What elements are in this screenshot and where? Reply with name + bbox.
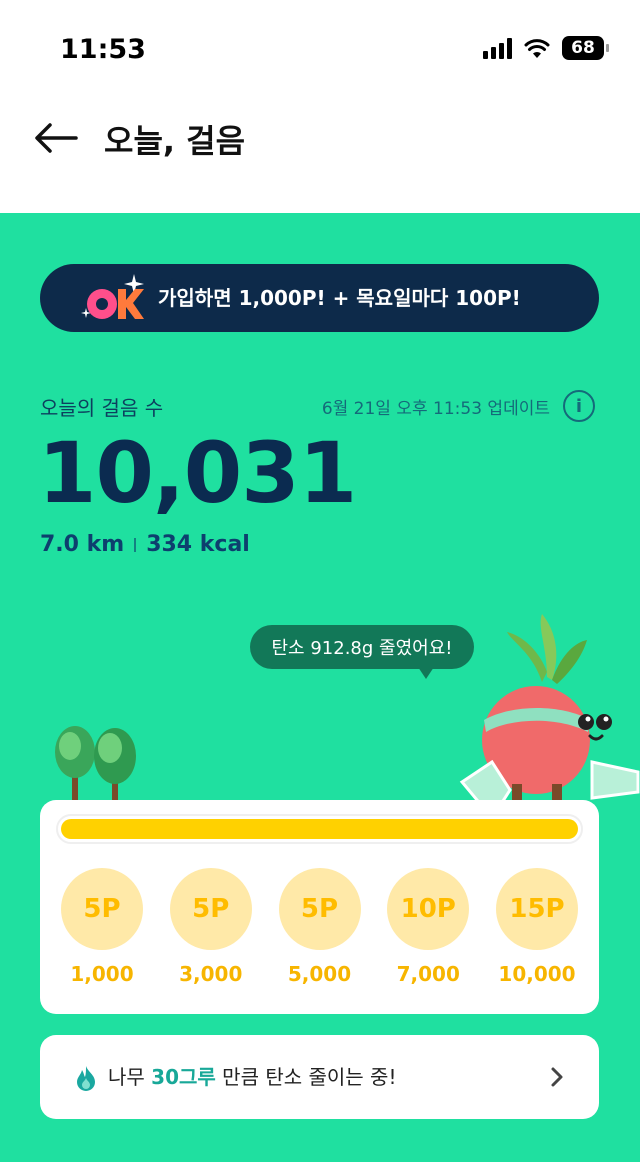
milestone-points: 15P	[496, 868, 578, 950]
app-header: 오늘, 걸음	[0, 100, 640, 213]
battery-icon: 68	[562, 36, 609, 60]
trees-illustration	[55, 726, 136, 802]
stat-divider	[134, 537, 137, 552]
steps-label: 오늘의 걸음 수	[40, 396, 164, 420]
chevron-right-icon	[551, 1067, 563, 1087]
milestone-steps: 3,000	[179, 962, 243, 986]
progress-card: 5P 1,000 5P 3,000 5P 5,000 10P 7,000 15P 10,000	[40, 800, 599, 1014]
page-title: 오늘, 걸음	[104, 122, 246, 160]
battery-level: 68	[571, 38, 595, 58]
progress-track	[56, 814, 583, 844]
wifi-icon	[524, 39, 550, 58]
milestone-points: 5P	[278, 868, 361, 950]
milestone-points: 10P	[387, 868, 470, 950]
milestones: 5P 1,000 5P 3,000 5P 5,000 10P 7,000 15P 10,000	[61, 868, 578, 986]
signal-icon	[483, 37, 512, 59]
info-button[interactable]: i	[563, 390, 595, 422]
step-count: 10,031	[38, 424, 357, 522]
banner-text: 가입하면 1,000P! + 목요일마다 100P!	[158, 286, 521, 310]
update-timestamp: 6월 21일 오후 11:53 업데이트	[321, 399, 550, 419]
milestone-steps: 5,000	[287, 962, 352, 986]
arrow-left-icon	[35, 123, 78, 153]
milestone-item: 15P 10,000	[496, 868, 578, 986]
promo-banner[interactable]: 가입하면 1,000P! + 목요일마다 100P!	[40, 264, 599, 332]
tree-savings-card[interactable]: 나무 30그루 만큼 탄소 줄이는 중!	[40, 1035, 599, 1119]
tree-text-suffix: 만큼 탄소 줄이는 중!	[215, 1065, 397, 1089]
status-bar: 11:53 68	[0, 0, 640, 100]
tree-count: 30그루	[151, 1065, 216, 1089]
calories-value: 334 kcal	[146, 532, 250, 557]
milestone-steps: 7,000	[396, 962, 460, 986]
milestone-points: 5P	[61, 868, 143, 950]
status-time: 11:53	[60, 34, 146, 65]
distance-value: 7.0 km	[40, 532, 125, 557]
status-icons: 68	[483, 36, 609, 60]
info-icon: i	[575, 395, 583, 417]
progress-fill	[61, 819, 578, 839]
milestone-item: 5P 5,000	[278, 868, 361, 986]
tree-savings-text: 나무 30그루 만큼 탄소 줄이는 중!	[108, 1035, 396, 1119]
step-stats: 7.0 km 334 kcal	[40, 532, 250, 557]
tree-text-prefix: 나무	[108, 1065, 152, 1089]
back-button[interactable]	[30, 118, 82, 158]
milestone-item: 10P 7,000	[387, 868, 470, 986]
milestone-points: 5P	[169, 868, 252, 950]
ok-badge-icon	[81, 274, 144, 319]
milestone-item: 5P 1,000	[61, 868, 143, 986]
milestone-item: 5P 3,000	[169, 868, 252, 986]
milestone-steps: 10,000	[498, 962, 576, 986]
milestone-steps: 1,000	[70, 962, 134, 986]
carbon-speech-bubble: 탄소 912.8g 줄였어요!	[250, 625, 474, 679]
flame-icon	[77, 1066, 95, 1091]
mascot-illustration	[459, 614, 640, 821]
